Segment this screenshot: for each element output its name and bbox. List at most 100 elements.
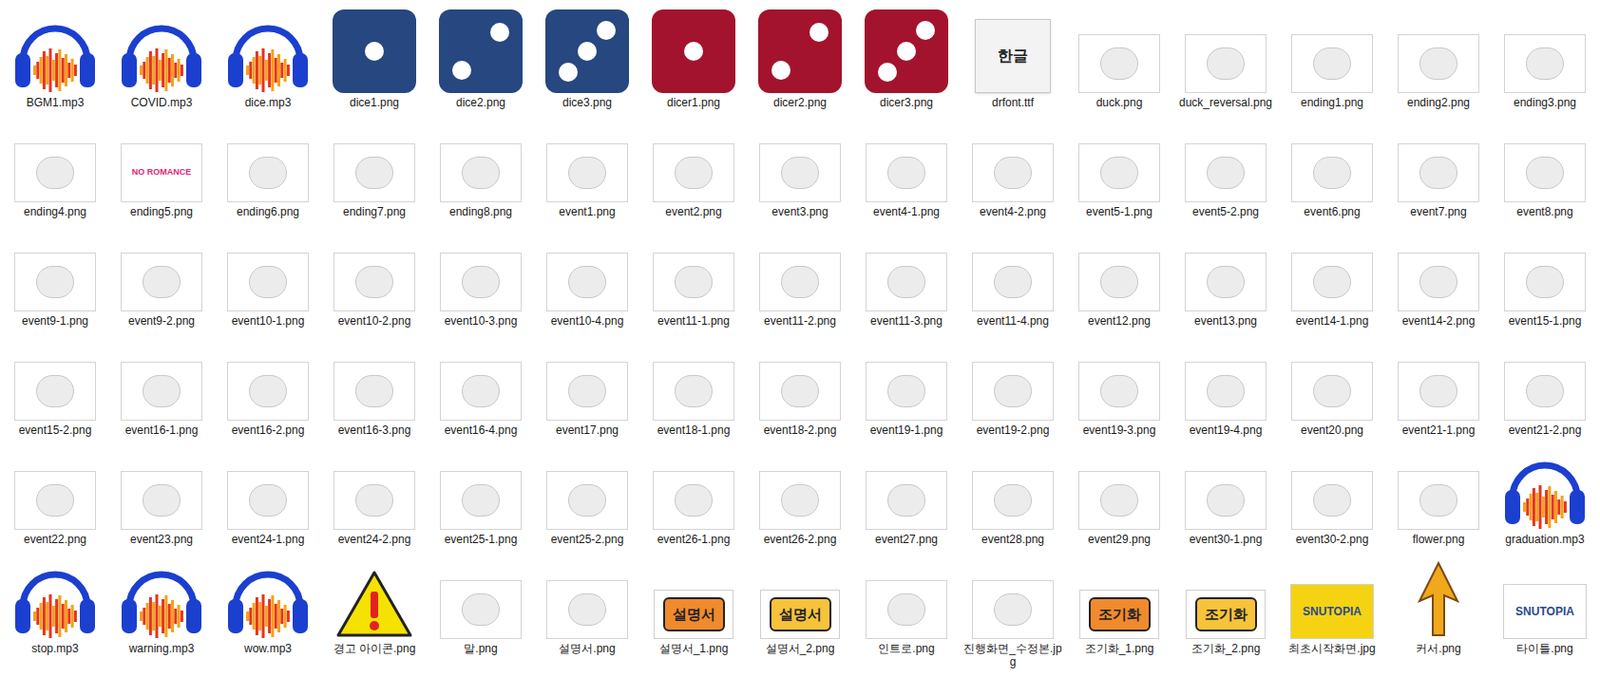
audio-file-icon (1501, 446, 1589, 531)
file-item[interactable]: event11-4.png (959, 222, 1067, 328)
file-item[interactable]: event4-2.png (959, 113, 1067, 219)
file-item[interactable]: ending3.png (1491, 3, 1599, 110)
file-item[interactable]: event26-2.png (746, 440, 854, 547)
file-item[interactable]: event21-2.png (1491, 331, 1599, 438)
image-thumbnail (1184, 471, 1267, 531)
file-item[interactable]: event10-1.png (214, 222, 322, 328)
file-item[interactable]: event30-1.png (1172, 440, 1279, 547)
file-item[interactable]: COVID.mp3 (108, 3, 215, 110)
file-item[interactable]: event19-4.png (1172, 331, 1279, 438)
file-item[interactable]: event19-2.png (959, 331, 1067, 438)
file-item[interactable]: dicer2.png (746, 3, 854, 110)
file-item[interactable]: event1.png (533, 113, 641, 219)
file-item[interactable]: event8.png (1491, 113, 1599, 219)
file-item[interactable]: event30-2.png (1278, 440, 1386, 547)
image-thumbnail (1504, 34, 1586, 94)
file-item[interactable]: event3.png (746, 113, 854, 219)
file-item[interactable]: dice.mp3 (214, 3, 322, 110)
file-item[interactable]: event10-3.png (427, 222, 534, 328)
file-item[interactable]: 인트로.png (853, 550, 960, 669)
file-item[interactable]: event10-4.png (533, 222, 641, 328)
file-item[interactable]: 설명서.png (533, 550, 641, 669)
file-item[interactable]: dicer1.png (640, 3, 747, 110)
file-item[interactable]: duck_reversal.png (1172, 3, 1279, 110)
file-item[interactable]: event2.png (640, 113, 747, 219)
file-item[interactable]: event27.png (853, 440, 960, 547)
file-item[interactable]: dice1.png (321, 3, 428, 110)
file-item[interactable]: event16-4.png (427, 331, 534, 438)
file-item[interactable]: ending2.png (1385, 3, 1492, 110)
file-item[interactable]: event24-2.png (321, 440, 428, 547)
file-item[interactable]: dice3.png (533, 3, 641, 110)
file-item[interactable]: event18-1.png (640, 331, 747, 438)
file-item[interactable]: 설명서설명서_1.png (640, 550, 747, 669)
file-item[interactable]: 커서.png (1385, 550, 1492, 669)
file-item[interactable]: event21-1.png (1385, 331, 1492, 438)
file-item[interactable]: NO ROMANCEending5.png (108, 113, 215, 219)
file-item[interactable]: event20.png (1278, 331, 1386, 438)
file-item[interactable]: event11-2.png (746, 222, 854, 328)
file-item[interactable]: event28.png (959, 440, 1067, 547)
file-item[interactable]: event15-1.png (1491, 222, 1599, 328)
file-item[interactable]: event19-1.png (853, 331, 960, 438)
file-item[interactable]: 말.png (427, 550, 534, 669)
file-item[interactable]: dice2.png (427, 3, 534, 110)
file-item[interactable]: 조기화조기화_1.png (1066, 550, 1173, 669)
audio-file-icon (11, 555, 99, 640)
image-thumbnail (759, 361, 841, 421)
file-name: event11-4.png (963, 314, 1063, 328)
file-item[interactable]: ending7.png (321, 113, 428, 219)
file-item[interactable]: stop.mp3 (1, 550, 109, 669)
file-item[interactable]: ending6.png (214, 113, 322, 219)
file-item[interactable]: dicer3.png (853, 3, 960, 110)
file-item[interactable]: wow.mp3 (214, 550, 322, 669)
file-item[interactable]: event11-3.png (853, 222, 960, 328)
file-item[interactable]: SNUTOPIA최초시작화면.jpg (1278, 550, 1386, 669)
file-item[interactable]: event23.png (108, 440, 215, 547)
file-item[interactable]: event11-1.png (640, 222, 747, 328)
file-item[interactable]: event7.png (1385, 113, 1492, 219)
file-item[interactable]: event26-1.png (640, 440, 747, 547)
file-item[interactable]: event29.png (1066, 440, 1173, 547)
file-item[interactable]: event25-1.png (427, 440, 534, 547)
file-item[interactable]: event9-1.png (1, 222, 109, 328)
file-item[interactable]: event22.png (1, 440, 109, 547)
file-item[interactable]: event17.png (533, 331, 641, 438)
file-item[interactable]: ending8.png (427, 113, 534, 219)
file-item[interactable]: duck.png (1066, 3, 1173, 110)
file-item[interactable]: event5-1.png (1066, 113, 1173, 219)
file-item[interactable]: warning.mp3 (108, 550, 215, 669)
file-item[interactable]: event16-2.png (214, 331, 322, 438)
file-item[interactable]: 설명서설명서_2.png (746, 550, 854, 669)
file-item[interactable]: event14-1.png (1278, 222, 1386, 328)
file-item[interactable]: event10-2.png (321, 222, 428, 328)
image-thumbnail (1291, 361, 1373, 421)
file-item[interactable]: BGM1.mp3 (1, 3, 109, 110)
file-item[interactable]: event16-3.png (321, 331, 428, 438)
file-item[interactable]: event24-1.png (214, 440, 322, 547)
image-thumbnail (333, 143, 416, 203)
file-item[interactable]: SNUTOPIA타이틀.png (1491, 550, 1599, 669)
file-item[interactable]: graduation.mp3 (1491, 440, 1599, 547)
file-item[interactable]: 진행화면_수정본.jpg (959, 550, 1067, 669)
file-name: event10-3.png (431, 314, 531, 328)
file-item[interactable]: event12.png (1066, 222, 1173, 328)
file-item[interactable]: event18-2.png (746, 331, 854, 438)
file-item[interactable]: 한글drfont.ttf (959, 3, 1067, 110)
file-item[interactable]: event4-1.png (853, 113, 960, 219)
file-item[interactable]: flower.png (1385, 440, 1492, 547)
file-item[interactable]: 조기화조기화_2.png (1172, 550, 1279, 669)
file-item[interactable]: event9-2.png (108, 222, 215, 328)
file-item[interactable]: ending4.png (1, 113, 109, 219)
file-item[interactable]: 경고 아이콘.png (321, 550, 428, 669)
file-item[interactable]: event6.png (1278, 113, 1386, 219)
file-item[interactable]: event15-2.png (1, 331, 109, 438)
file-item[interactable]: event16-1.png (108, 331, 215, 438)
file-item[interactable]: event13.png (1172, 222, 1279, 328)
file-item[interactable]: ending1.png (1278, 3, 1386, 110)
file-item[interactable]: event25-2.png (533, 440, 641, 547)
image-thumbnail (120, 471, 203, 531)
file-item[interactable]: event14-2.png (1385, 222, 1492, 328)
file-item[interactable]: event19-3.png (1066, 331, 1173, 438)
file-item[interactable]: event5-2.png (1172, 113, 1279, 219)
